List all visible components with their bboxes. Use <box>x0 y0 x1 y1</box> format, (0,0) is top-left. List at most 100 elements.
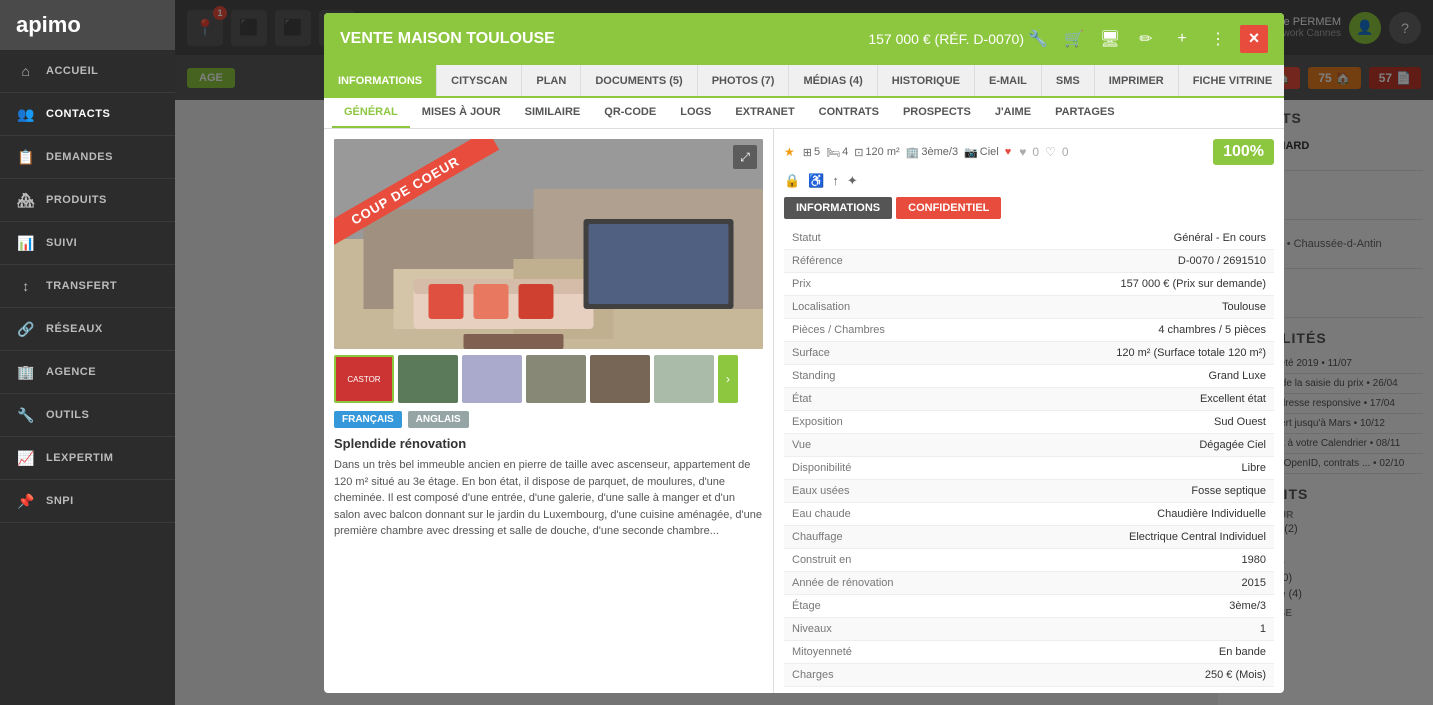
detail-value-7: Excellent état <box>1029 388 1274 411</box>
vue-value: Ciel <box>980 146 999 158</box>
detail-row-1: RéférenceD-0070 / 2691510 <box>784 250 1274 273</box>
detail-value-9: Dégagée Ciel <box>1029 434 1274 457</box>
surface-value: 120 m² <box>865 146 899 158</box>
suivi-icon: 📊 <box>16 233 36 253</box>
detail-value-1: D-0070 / 2691510 <box>1029 250 1274 273</box>
subtab-qr-code[interactable]: QR-CODE <box>592 98 668 128</box>
tab-documents[interactable]: DOCUMENTS (5) <box>581 65 697 97</box>
subtab-jaime[interactable]: J'AIME <box>983 98 1043 128</box>
detail-row-11: Eaux uséesFosse septique <box>784 480 1274 503</box>
detail-label-2: Prix <box>784 273 1029 296</box>
tab-plan[interactable]: PLAN <box>522 65 581 97</box>
more-icon[interactable]: ⋮ <box>1204 25 1232 53</box>
sidebar-item-transfert[interactable]: ↕ TRANSFERT <box>0 265 175 308</box>
modal-overlay: VENTE MAISON TOULOUSE 157 000 € (RÉF. D-… <box>175 0 1433 705</box>
sidebar-label-suivi: SUIVI <box>46 237 77 249</box>
thumbnail-4[interactable] <box>590 355 650 403</box>
subtab-partages[interactable]: PARTAGES <box>1043 98 1127 128</box>
info-tab-confidential[interactable]: CONFIDENTIEL <box>896 197 1001 219</box>
plus-icon[interactable]: + <box>1168 25 1196 53</box>
subtab-prospects[interactable]: PROSPECTS <box>891 98 983 128</box>
detail-row-4: Pièces / Chambres4 chambres / 5 pièces <box>784 319 1274 342</box>
lang-fr-badge[interactable]: FRANÇAIS <box>334 411 402 428</box>
reseaux-icon: 🔗 <box>16 319 36 339</box>
bed-icon: 🛏 <box>826 146 840 159</box>
modal-close-button[interactable]: × <box>1240 25 1268 53</box>
thumbnail-1[interactable] <box>398 355 458 403</box>
detail-label-1: Référence <box>784 250 1029 273</box>
tab-medias[interactable]: MÉDIAS (4) <box>789 65 877 97</box>
shield-icon: 🔒 <box>784 173 800 189</box>
detail-label-17: Niveaux <box>784 618 1029 641</box>
info-tabs-row: INFORMATIONS CONFIDENTIEL <box>784 197 1274 219</box>
tab-cityscan[interactable]: CITYSCAN <box>437 65 522 97</box>
sidebar-item-outils[interactable]: 🔧 OUTILS <box>0 394 175 437</box>
modal-price: 157 000 € (RÉF. D-0070) <box>868 31 1024 47</box>
tab-photos[interactable]: PHOTOS (7) <box>698 65 790 97</box>
modal-subtabs: GÉNÉRAL MISES À JOUR SIMILAIRE QR-CODE L… <box>324 98 1284 129</box>
info-tab-active[interactable]: INFORMATIONS <box>784 197 892 219</box>
detail-row-17: Niveaux1 <box>784 618 1274 641</box>
surface-icon: ⊡ <box>854 146 863 159</box>
thumbnails-next-button[interactable]: › <box>718 355 738 403</box>
sidebar-label-lexpertim: LEXPERTIM <box>46 452 113 464</box>
detail-value-14: 1980 <box>1029 549 1274 572</box>
heart-row: ♥ 0 ♡ 0 <box>1019 145 1068 159</box>
sidebar-label-produits: PRODUITS <box>46 194 107 206</box>
modal-body: COUP DE COEUR ⤢ CASTOR <box>324 129 1284 692</box>
detail-value-17: 1 <box>1029 618 1274 641</box>
detail-row-5: Surface120 m² (Surface totale 120 m²) <box>784 342 1274 365</box>
subtab-extranet[interactable]: EXTRANET <box>723 98 806 128</box>
property-modal: VENTE MAISON TOULOUSE 157 000 € (RÉF. D-… <box>324 13 1284 693</box>
detail-label-0: Statut <box>784 227 1029 250</box>
subtab-contrats[interactable]: CONTRATS <box>807 98 891 128</box>
sidebar-label-demandes: DEMANDES <box>46 151 113 163</box>
detail-label-16: Étage <box>784 595 1029 618</box>
lang-en-badge[interactable]: ANGLAIS <box>408 411 469 428</box>
detail-label-6: Standing <box>784 365 1029 388</box>
sidebar-item-accueil[interactable]: ⌂ ACCUEIL <box>0 50 175 93</box>
sidebar-item-demandes[interactable]: 📋 DEMANDES <box>0 136 175 179</box>
detail-label-7: État <box>784 388 1029 411</box>
tab-informations[interactable]: INFORMATIONS <box>324 65 437 97</box>
tool-icon[interactable]: 🔧 <box>1024 25 1052 53</box>
sidebar-nav: ⌂ ACCUEIL 👥 CONTACTS 📋 DEMANDES 🏘 PRODUI… <box>0 50 175 705</box>
subtab-mises-a-jour[interactable]: MISES À JOUR <box>410 98 513 128</box>
tab-email[interactable]: E-MAIL <box>975 65 1042 97</box>
thumbnail-3[interactable] <box>526 355 586 403</box>
subtab-similaire[interactable]: SIMILAIRE <box>513 98 593 128</box>
detail-row-16: Étage3ème/3 <box>784 595 1274 618</box>
sidebar-item-agence[interactable]: 🏢 AGENCE <box>0 351 175 394</box>
tab-imprimer[interactable]: IMPRIMER <box>1095 65 1179 97</box>
sidebar-item-produits[interactable]: 🏘 PRODUITS <box>0 179 175 222</box>
thumbnail-5[interactable] <box>654 355 714 403</box>
sidebar-item-reseaux[interactable]: 🔗 RÉSEAUX <box>0 308 175 351</box>
sidebar-item-snpi[interactable]: 📌 SNPI <box>0 480 175 523</box>
sidebar-item-lexpertim[interactable]: 📈 LEXPERTIM <box>0 437 175 480</box>
tab-fiche-vitrine[interactable]: FICHE VITRINE <box>1179 65 1284 97</box>
detail-value-10: Libre <box>1029 457 1274 480</box>
sidebar-label-reseaux: RÉSEAUX <box>46 323 103 335</box>
thumbnail-2[interactable] <box>462 355 522 403</box>
detail-row-12: Eau chaudeChaudière Individuelle <box>784 503 1274 526</box>
pieces-icon-item: ⊞ 5 <box>803 146 820 159</box>
subtab-logs[interactable]: LOGS <box>668 98 723 128</box>
sidebar-item-suivi[interactable]: 📊 SUIVI <box>0 222 175 265</box>
sidebar-item-contacts[interactable]: 👥 CONTACTS <box>0 93 175 136</box>
detail-label-4: Pièces / Chambres <box>784 319 1029 342</box>
description-title: Splendide rénovation <box>334 436 763 451</box>
cart-icon[interactable]: 🛒 <box>1060 25 1088 53</box>
tab-sms[interactable]: SMS <box>1042 65 1095 97</box>
sidebar: apimo ⌂ ACCUEIL 👥 CONTACTS 📋 DEMANDES 🏘 … <box>0 0 175 705</box>
building-icon: 🏢 <box>906 146 920 159</box>
thumbnail-0[interactable]: CASTOR <box>334 355 394 403</box>
edit-icon[interactable]: ✏ <box>1132 25 1160 53</box>
detail-value-12: Chaudière Individuelle <box>1029 503 1274 526</box>
screen-icon[interactable]: 🖥 <box>1096 25 1124 53</box>
subtab-general[interactable]: GÉNÉRAL <box>332 98 410 128</box>
expand-icon[interactable]: ⤢ <box>733 145 757 169</box>
tab-historique[interactable]: HISTORIQUE <box>878 65 975 97</box>
detail-row-0: StatutGénéral - En cours <box>784 227 1274 250</box>
modal-right-panel: ★ ⊞ 5 🛏 4 ⊡ 120 m² <box>774 129 1284 692</box>
detail-label-18: Mitoyenneté <box>784 641 1029 664</box>
